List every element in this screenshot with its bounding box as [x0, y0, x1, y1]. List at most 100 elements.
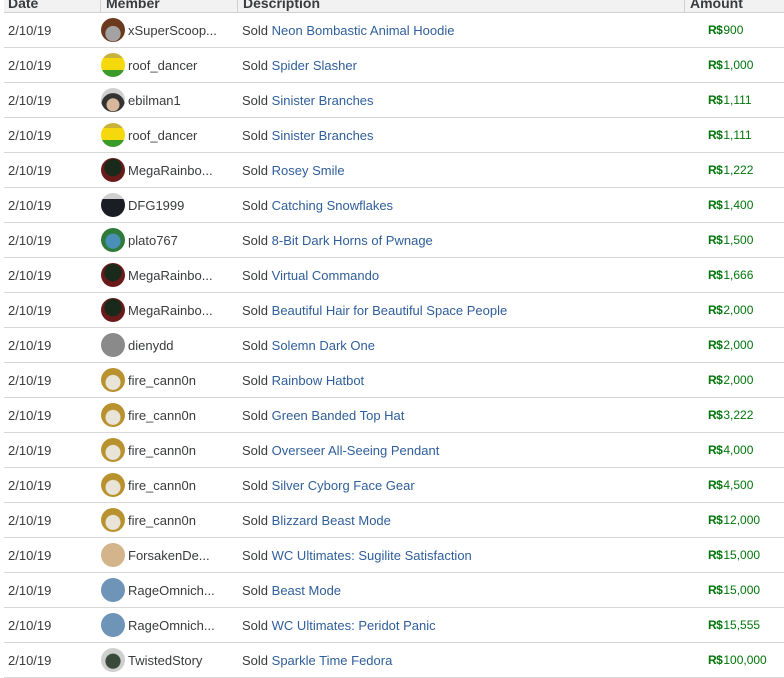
member-name[interactable]: fire_cann0n: [128, 443, 196, 458]
row-member[interactable]: ebilman1: [100, 88, 237, 112]
row-member[interactable]: dienydd: [100, 333, 237, 357]
member-name[interactable]: MegaRainbo...: [128, 268, 213, 283]
avatar[interactable]: [101, 158, 125, 182]
member-name[interactable]: DFG1999: [128, 198, 184, 213]
avatar[interactable]: [101, 18, 125, 42]
member-name[interactable]: RageOmnich...: [128, 583, 215, 598]
robux-icon: R$: [708, 23, 723, 37]
header-date[interactable]: Date: [4, 0, 100, 12]
member-name[interactable]: roof_dancer: [128, 58, 197, 73]
row-date: 2/10/19: [8, 267, 52, 283]
row-member[interactable]: fire_cann0n: [100, 403, 237, 427]
item-link[interactable]: Beast Mode: [272, 583, 341, 598]
item-link[interactable]: Virtual Commando: [272, 268, 379, 283]
row-member[interactable]: MegaRainbo...: [100, 298, 237, 322]
row-member[interactable]: xSuperScoop...: [100, 18, 237, 42]
row-member[interactable]: fire_cann0n: [100, 368, 237, 392]
member-name[interactable]: MegaRainbo...: [128, 163, 213, 178]
item-link[interactable]: Rosey Smile: [272, 163, 345, 178]
avatar[interactable]: [101, 263, 125, 287]
row-member[interactable]: RageOmnich...: [100, 613, 237, 637]
avatar[interactable]: [101, 508, 125, 532]
member-name[interactable]: fire_cann0n: [128, 478, 196, 493]
row-member[interactable]: fire_cann0n: [100, 508, 237, 532]
amount-value: 4,000: [723, 443, 754, 457]
amount-value: 100,000: [723, 653, 767, 667]
row-amount: R$ 1,222: [684, 163, 780, 177]
row-member[interactable]: MegaRainbo...: [100, 158, 237, 182]
row-date: 2/10/19: [8, 652, 52, 668]
header-member[interactable]: Member: [100, 0, 237, 12]
robux-icon: R$: [708, 618, 723, 632]
amount-value: 15,000: [723, 548, 761, 562]
row-member[interactable]: ForsakenDe...: [100, 543, 237, 567]
item-link[interactable]: Solemn Dark One: [272, 338, 375, 353]
member-name[interactable]: ForsakenDe...: [128, 548, 210, 563]
avatar[interactable]: [101, 438, 125, 462]
member-name[interactable]: roof_dancer: [128, 128, 197, 143]
avatar[interactable]: [101, 228, 125, 252]
row-member[interactable]: TwistedStory: [100, 648, 237, 672]
avatar[interactable]: [101, 543, 125, 567]
row-member[interactable]: roof_dancer: [100, 123, 237, 147]
avatar[interactable]: [101, 613, 125, 637]
member-name[interactable]: TwistedStory: [128, 653, 202, 668]
avatar[interactable]: [101, 298, 125, 322]
item-link[interactable]: Green Banded Top Hat: [272, 408, 405, 423]
sold-label: Sold: [242, 617, 269, 633]
avatar[interactable]: [101, 193, 125, 217]
item-link[interactable]: WC Ultimates: Sugilite Satisfaction: [272, 548, 472, 563]
header-amount[interactable]: Amount: [684, 0, 784, 12]
item-link[interactable]: Beautiful Hair for Beautiful Space Peopl…: [272, 303, 508, 318]
row-date: 2/10/19: [8, 302, 52, 318]
sold-label: Sold: [242, 582, 269, 598]
avatar[interactable]: [101, 123, 125, 147]
item-link[interactable]: Catching Snowflakes: [272, 198, 393, 213]
amount-value: 2,000: [723, 373, 754, 387]
item-link[interactable]: Rainbow Hatbot: [272, 373, 365, 388]
row-amount: R$ 2,000: [684, 338, 780, 352]
member-name[interactable]: fire_cann0n: [128, 373, 196, 388]
row-member[interactable]: fire_cann0n: [100, 473, 237, 497]
item-link[interactable]: WC Ultimates: Peridot Panic: [272, 618, 436, 633]
amount-value: 1,000: [723, 58, 754, 72]
member-name[interactable]: RageOmnich...: [128, 618, 215, 633]
robux-icon: R$: [708, 653, 723, 667]
member-name[interactable]: xSuperScoop...: [128, 23, 217, 38]
row-member[interactable]: MegaRainbo...: [100, 263, 237, 287]
item-link[interactable]: Blizzard Beast Mode: [272, 513, 391, 528]
item-link[interactable]: Overseer All-Seeing Pendant: [272, 443, 440, 458]
avatar[interactable]: [101, 333, 125, 357]
member-name[interactable]: MegaRainbo...: [128, 303, 213, 318]
item-link[interactable]: Sparkle Time Fedora: [272, 653, 393, 668]
row-member[interactable]: RageOmnich...: [100, 578, 237, 602]
table-row: 2/10/19 plato767 Sold 8-Bit Dark Horns o…: [4, 223, 784, 258]
sold-label: Sold: [242, 57, 269, 73]
row-member[interactable]: DFG1999: [100, 193, 237, 217]
item-link[interactable]: Sinister Branches: [272, 128, 374, 143]
avatar[interactable]: [101, 648, 125, 672]
member-name[interactable]: fire_cann0n: [128, 513, 196, 528]
avatar[interactable]: [101, 53, 125, 77]
avatar[interactable]: [101, 578, 125, 602]
row-member[interactable]: fire_cann0n: [100, 438, 237, 462]
member-name[interactable]: plato767: [128, 233, 178, 248]
avatar[interactable]: [101, 403, 125, 427]
member-name[interactable]: fire_cann0n: [128, 408, 196, 423]
member-name[interactable]: dienydd: [128, 338, 174, 353]
row-amount: R$ 3,222: [684, 408, 780, 422]
avatar[interactable]: [101, 473, 125, 497]
row-member[interactable]: roof_dancer: [100, 53, 237, 77]
item-link[interactable]: Silver Cyborg Face Gear: [272, 478, 415, 493]
item-link[interactable]: Sinister Branches: [272, 93, 374, 108]
item-link[interactable]: Spider Slasher: [272, 58, 357, 73]
avatar[interactable]: [101, 88, 125, 112]
item-link[interactable]: Neon Bombastic Animal Hoodie: [272, 23, 455, 38]
avatar[interactable]: [101, 368, 125, 392]
item-link[interactable]: 8-Bit Dark Horns of Pwnage: [272, 233, 433, 248]
table-row: 2/10/19 RageOmnich... Sold WC Ultimates:…: [4, 608, 784, 643]
member-name[interactable]: ebilman1: [128, 93, 181, 108]
row-description: Sold Spider Slasher: [237, 58, 684, 73]
header-description[interactable]: Description: [237, 0, 684, 12]
row-member[interactable]: plato767: [100, 228, 237, 252]
